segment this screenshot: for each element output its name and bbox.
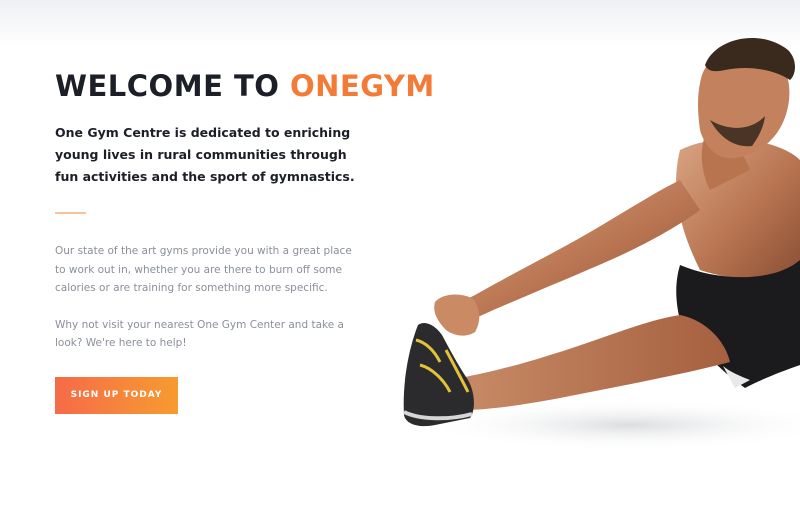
page-title-prefix: WELCOME TO [55,69,291,103]
sign-up-button[interactable]: SIGN UP TODAY [55,377,178,414]
intro-paragraph-1: Our state of the art gyms provide you wi… [55,245,352,294]
intro-content: WELCOME TO ONEGYM One Gym Centre is dedi… [55,68,434,353]
intro-paragraph-2: Why not visit your nearest One Gym Cente… [55,318,344,350]
intro-lead-text: One Gym Centre is dedicated to enriching… [55,125,355,184]
accent-divider [55,212,86,214]
athlete-stretching-image [403,37,800,451]
page-title-brand: ONEGYM [290,69,435,103]
page-title: WELCOME TO ONEGYM [55,68,434,104]
hero-section: WELCOME TO ONEGYM One Gym Centre is dedi… [0,0,800,510]
